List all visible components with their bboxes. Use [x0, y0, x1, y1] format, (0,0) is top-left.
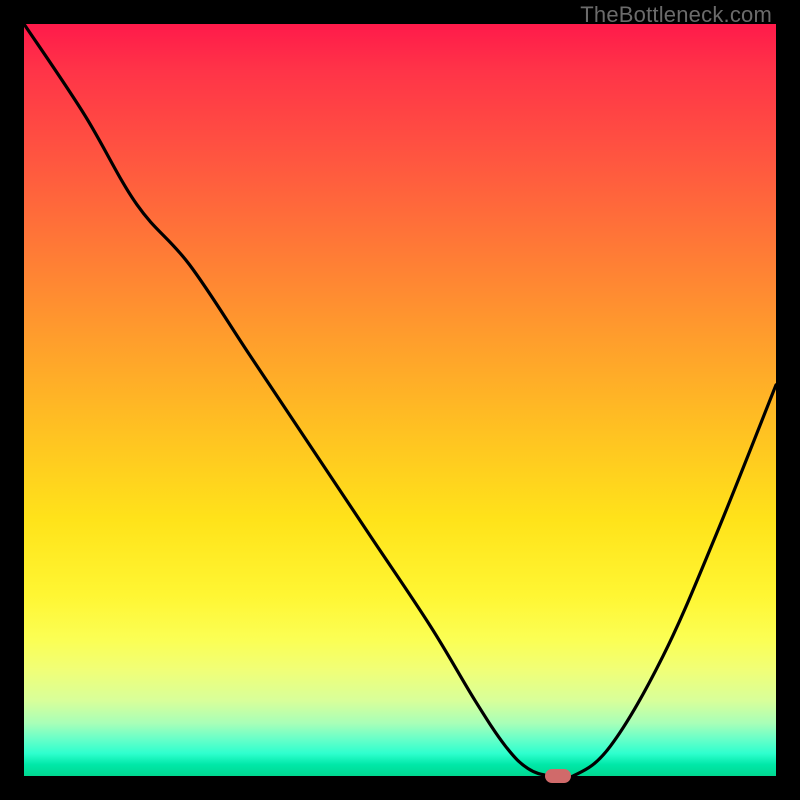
bottleneck-curve	[24, 24, 776, 776]
plot-area	[24, 24, 776, 776]
chart-frame: TheBottleneck.com	[0, 0, 800, 800]
optimal-marker	[545, 769, 571, 783]
